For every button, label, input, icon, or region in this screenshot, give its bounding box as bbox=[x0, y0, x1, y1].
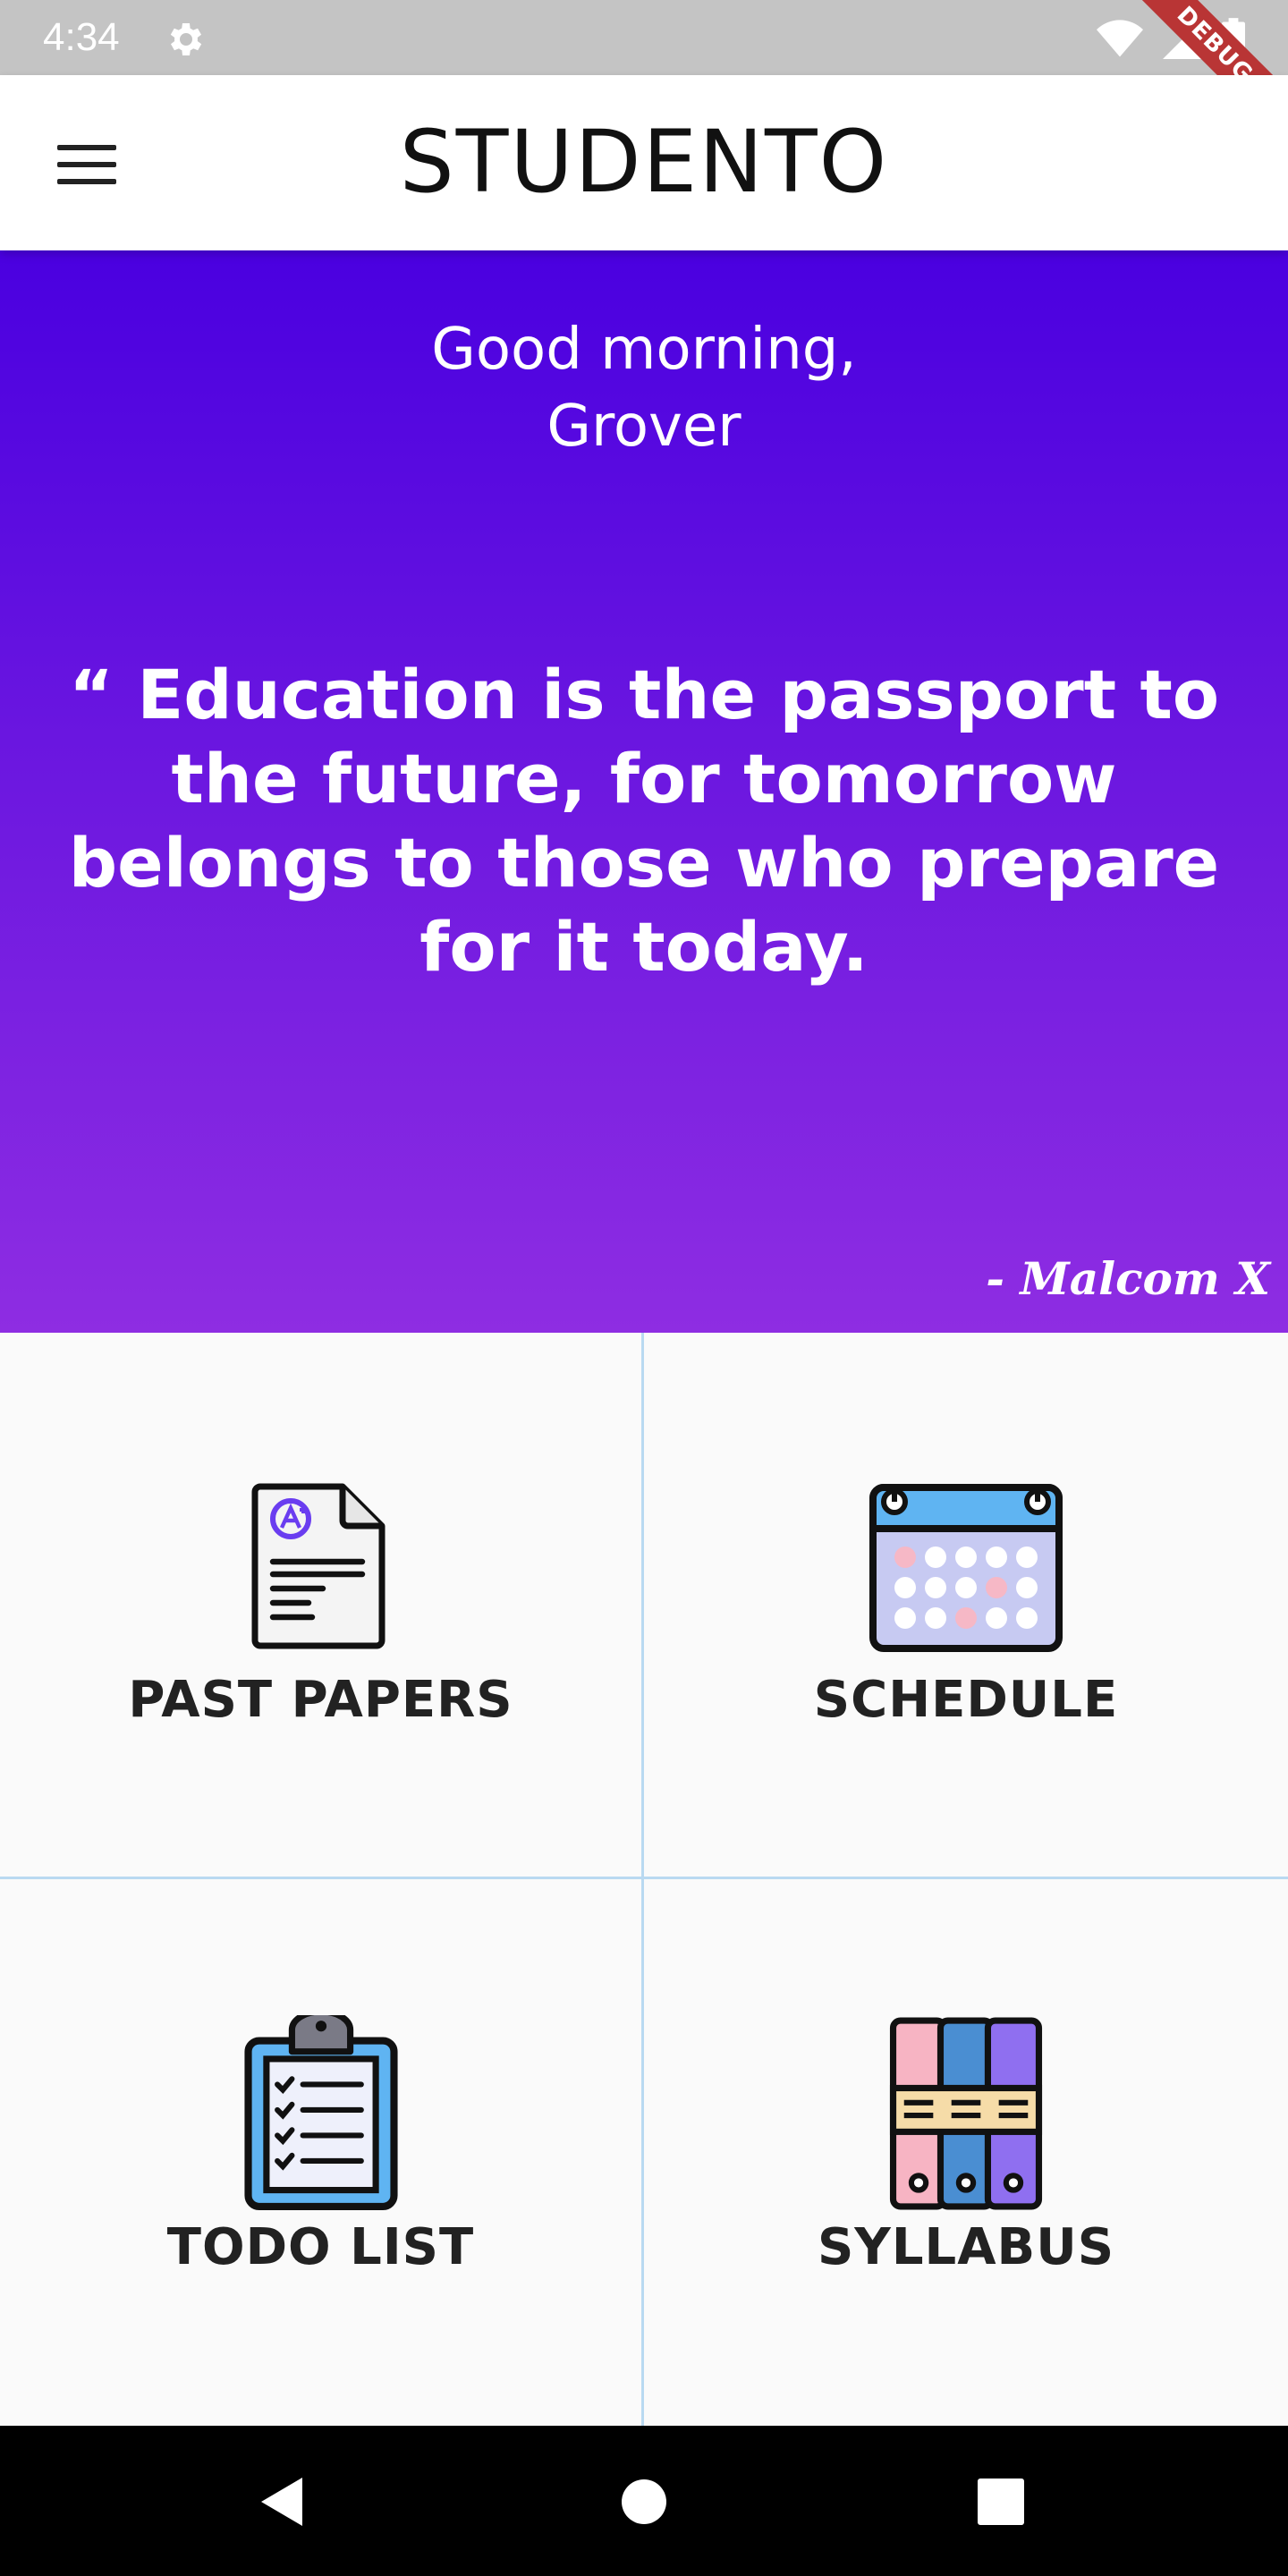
status-time: 4:34 bbox=[43, 15, 120, 59]
quote-text: “ Education is the passport to the futur… bbox=[68, 655, 1220, 987]
app-bar: STUDENTO bbox=[0, 75, 1288, 250]
back-icon[interactable] bbox=[252, 2470, 315, 2533]
schedule-tile[interactable]: SCHEDULE bbox=[644, 1333, 1288, 1879]
clipboard-checklist-icon bbox=[243, 2015, 398, 2210]
status-bar: 4:34 bbox=[0, 0, 1288, 75]
calendar-icon bbox=[869, 1483, 1063, 1652]
recents-icon[interactable] bbox=[970, 2470, 1032, 2533]
greeting: Good morning, Grover bbox=[0, 311, 1288, 465]
binders-icon bbox=[889, 2017, 1043, 2210]
greeting-salutation: Good morning, bbox=[431, 317, 857, 383]
past-papers-tile[interactable]: PAST PAPERS bbox=[0, 1333, 644, 1879]
wifi-icon bbox=[1097, 20, 1143, 57]
greeting-user-name: Grover bbox=[547, 394, 741, 460]
quote-author: - Malcom X bbox=[986, 1252, 1270, 1305]
syllabus-tile[interactable]: SYLLABUS bbox=[644, 1879, 1288, 2426]
app-title: STUDENTO bbox=[399, 112, 889, 212]
menu-grid: PAST PAPERS SCHEDULE TODO LIST SYLLABUS bbox=[0, 1333, 1288, 2426]
exam-paper-icon bbox=[251, 1483, 385, 1648]
navigation-bar bbox=[0, 2426, 1288, 2576]
past-papers-label: PAST PAPERS bbox=[128, 1670, 513, 1729]
home-icon[interactable] bbox=[613, 2470, 675, 2533]
schedule-label: SCHEDULE bbox=[813, 1670, 1119, 1729]
todo-list-label: TODO LIST bbox=[166, 2218, 475, 2276]
syllabus-label: SYLLABUS bbox=[817, 2218, 1115, 2276]
gear-icon bbox=[170, 23, 202, 55]
greeting-banner: Good morning, Grover “ Education is the … bbox=[0, 250, 1288, 1333]
todo-list-tile[interactable]: TODO LIST bbox=[0, 1879, 644, 2426]
